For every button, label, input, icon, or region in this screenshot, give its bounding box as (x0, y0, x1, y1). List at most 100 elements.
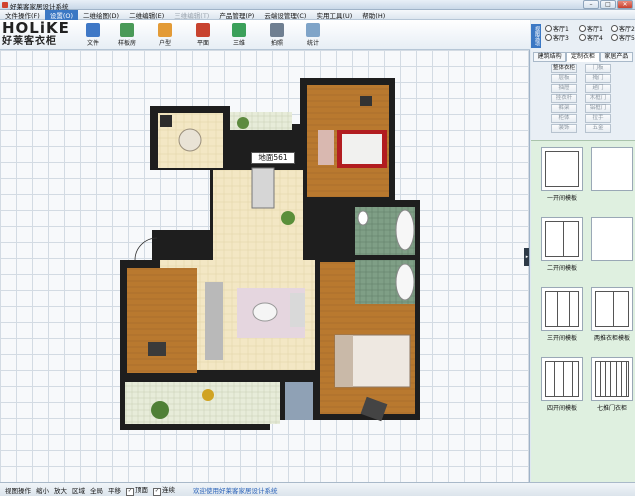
plane-view-icon (196, 23, 210, 37)
template-thumbnail (541, 147, 583, 191)
toolbar-label: 三维 (232, 40, 245, 47)
component-button[interactable]: 层板 (551, 74, 577, 83)
toolbar: HOLiKE 好莱客衣柜 文件 样板房 户型 平面 三维 拍照 统计 (0, 20, 530, 50)
toolbar-3d-view-button[interactable]: 三维 (224, 23, 254, 49)
minimize-button[interactable]: – (583, 0, 599, 9)
design-canvas[interactable]: 地面561 ▸ (0, 50, 530, 482)
view-selector: 视图选项 客厅1 客厅1 客厅2 客厅3 客厅4 客厅5 (531, 24, 635, 48)
menu-item[interactable]: 文件操作(F) (0, 10, 45, 20)
template-list[interactable]: 一开间模板二开间模板三开间模板 两推衣柜模板四开间模板 七推门衣柜 (531, 140, 635, 482)
floor-plan (120, 78, 420, 430)
template-card[interactable]: 三开间模板 (541, 287, 583, 342)
app-icon (2, 2, 8, 8)
close-button[interactable]: ✕ (617, 0, 633, 9)
template-card[interactable]: 七推门衣柜 (591, 357, 633, 412)
view-option[interactable]: 客厅3 (545, 33, 569, 42)
floor-area-label[interactable]: 地面561 (251, 152, 295, 164)
menu-item[interactable]: 二维绘图(D) (78, 10, 124, 20)
template-thumbnail (591, 147, 633, 191)
panel-tab[interactable]: 家居产品 (599, 52, 633, 62)
status-item[interactable]: 区域 (72, 485, 85, 495)
status-bar: 视图操作缩小放大区域全局平移顶面连续 欢迎使用好莱客家居设计系统 (0, 482, 635, 496)
title-bar: 好莱客家居设计系统 – □ ✕ (0, 0, 635, 11)
template-label: 四开间模板 (546, 405, 577, 412)
toolbar-camera-button[interactable]: 拍照 (262, 23, 292, 49)
toolbar-floorplan-button[interactable]: 户型 (150, 23, 180, 49)
status-item[interactable]: 连续 (153, 484, 175, 496)
status-item[interactable]: 全局 (90, 485, 103, 495)
toolbar-file-button[interactable]: 文件 (78, 23, 108, 49)
template-label: 一开间模板 (546, 195, 577, 202)
template-card[interactable]: 一开间模板 (541, 147, 583, 202)
toolbar-label: 平面 (196, 40, 209, 47)
component-button[interactable]: 整体衣柜 (551, 64, 577, 73)
toolbar-label: 拍照 (270, 40, 283, 47)
menu-item[interactable]: 云端设管理(C) (259, 10, 311, 20)
template-card[interactable]: 两推衣柜模板 (591, 287, 633, 342)
template-label: 三开间模板 (546, 335, 577, 342)
toolbar-report-button[interactable]: 统计 (298, 23, 328, 49)
component-button[interactable]: 门板 (585, 64, 611, 73)
panel-collapse-handle[interactable]: ▸ (524, 248, 529, 266)
template-label: 两推衣柜模板 (593, 335, 630, 342)
holike-logo: HOLiKE 好莱客衣柜 (2, 19, 70, 48)
component-button[interactable]: 趟门 (585, 84, 611, 93)
view-option[interactable]: 客厅4 (579, 33, 603, 42)
toolbar-house-button[interactable]: 样板房 (112, 23, 142, 49)
menu-bar: 文件操作(F) 设置(O) 二维绘图(D) 二维编辑(E) 三维编辑(T) 产品管理(P)… (0, 9, 635, 20)
status-item[interactable]: 缩小 (36, 485, 49, 495)
menu-item[interactable]: 二维编辑(E) (124, 10, 169, 20)
camera-icon (270, 23, 284, 37)
menu-item[interactable]: 设置(O) (44, 9, 79, 20)
menu-item[interactable]: 帮助(H) (357, 10, 390, 20)
template-thumbnail (591, 287, 633, 331)
menu-item[interactable]: 产品管理(P) (214, 10, 259, 20)
floorplan-icon (158, 23, 172, 37)
component-button[interactable]: 掩门 (585, 74, 611, 83)
3d-view-icon (232, 23, 246, 37)
panel-tabs: 建筑结构 定制衣柜 家居产品 (533, 52, 633, 62)
toolbar-label: 统计 (306, 40, 319, 47)
panel-tab[interactable]: 建筑结构 (533, 52, 567, 62)
template-thumbnail (591, 217, 633, 261)
component-button[interactable]: 拉手 (585, 114, 611, 123)
component-button[interactable]: 裤架 (551, 104, 577, 113)
status-item: 视图操作 (5, 486, 31, 495)
template-card[interactable] (591, 217, 633, 261)
status-item[interactable]: 平移 (108, 485, 121, 495)
component-button[interactable]: 装饰 (551, 124, 577, 133)
status-message: 欢迎使用好莱客家居设计系统 (193, 486, 278, 495)
template-thumbnail (541, 357, 583, 401)
component-button[interactable]: 五金 (585, 124, 611, 133)
template-card[interactable]: 四开间模板 (541, 357, 583, 412)
panel-tab[interactable]: 定制衣柜 (566, 52, 600, 62)
view-options-tag: 视图选项 (531, 24, 541, 48)
menu-item[interactable]: 实用工具(U) (311, 10, 357, 20)
bedroom-left (127, 268, 197, 373)
window-controls: – □ ✕ (583, 0, 633, 10)
view-option[interactable]: 客厅1 (545, 24, 569, 33)
report-icon (306, 23, 320, 37)
component-button[interactable]: 铝框门 (585, 104, 611, 113)
template-card[interactable] (591, 147, 633, 191)
view-option[interactable]: 客厅1 (579, 24, 603, 33)
component-button[interactable]: 抽屉 (551, 84, 577, 93)
toolbar-label: 户型 (158, 40, 171, 47)
view-option[interactable]: 客厅5 (611, 33, 635, 42)
template-thumbnail (591, 357, 633, 401)
component-button[interactable]: 木框门 (585, 94, 611, 103)
right-panel: 视图选项 客厅1 客厅1 客厅2 客厅3 客厅4 客厅5 建筑结构 定制衣柜 家居产品 整体衣… (531, 20, 635, 482)
maximize-button[interactable]: □ (600, 0, 616, 9)
toolbar-plane-view-button[interactable]: 平面 (188, 23, 218, 49)
toolbar-label: 文件 (86, 40, 99, 47)
template-thumbnail (541, 287, 583, 331)
house-icon (120, 23, 134, 37)
file-icon (86, 23, 100, 37)
status-item[interactable]: 顶面 (126, 484, 148, 496)
menu-item[interactable]: 三维编辑(T) (169, 10, 214, 20)
template-card[interactable]: 二开间模板 (541, 217, 583, 272)
component-button[interactable]: 柜体 (551, 114, 577, 123)
view-option[interactable]: 客厅2 (611, 24, 635, 33)
status-item[interactable]: 放大 (54, 485, 67, 495)
component-button[interactable]: 挂衣杆 (551, 94, 577, 103)
